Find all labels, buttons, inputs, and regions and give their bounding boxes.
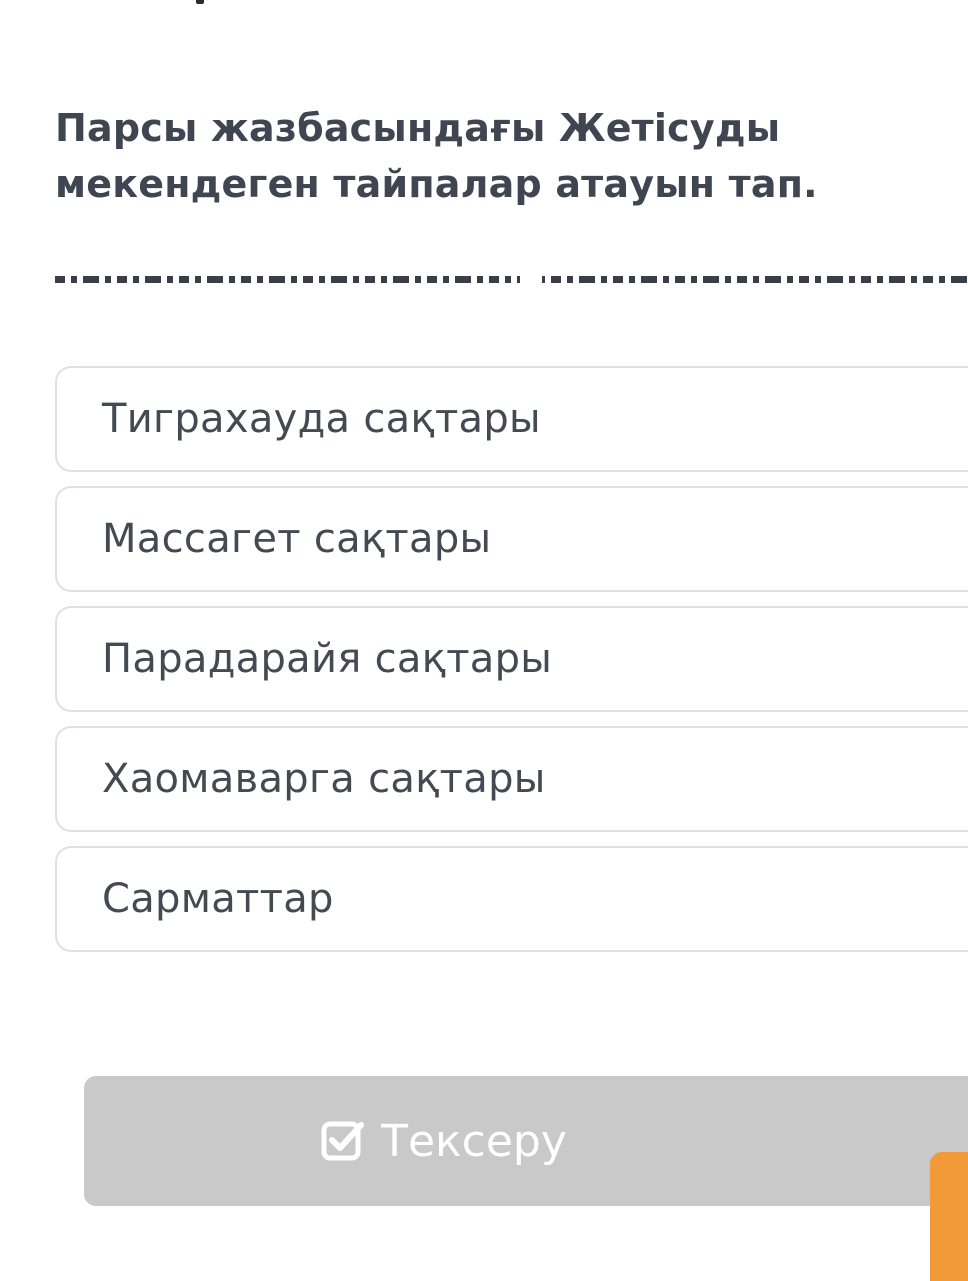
answer-option-label: Тиграхауда сақтары bbox=[102, 396, 541, 442]
question-title: Парсы жазбасындағы Жетісуды мекендеген т… bbox=[55, 100, 935, 212]
answer-option-4[interactable]: Хаомаварга сақтары bbox=[55, 726, 968, 832]
quiz-page: Парсы жазбасындағы Жетісуды мекендеген т… bbox=[0, 0, 968, 1281]
check-answer-button[interactable]: Тексеру bbox=[84, 1076, 968, 1206]
question-line-1: Парсы жазбасындағы Жетісуды bbox=[55, 106, 781, 150]
answer-option-label: Хаомаварга сақтары bbox=[102, 756, 546, 802]
next-button-edge[interactable] bbox=[930, 1152, 968, 1281]
check-button-label: Тексеру bbox=[381, 1115, 567, 1167]
answer-option-3[interactable]: Парадарайя сақтары bbox=[55, 606, 968, 712]
answer-option-label: Сарматтар bbox=[102, 876, 334, 922]
answer-option-1[interactable]: Тиграхауда сақтары bbox=[55, 366, 968, 472]
answer-option-label: Массагет сақтары bbox=[102, 516, 492, 562]
blurred-divider bbox=[55, 276, 968, 283]
answer-option-2[interactable]: Массагет сақтары bbox=[55, 486, 968, 592]
answer-options-list: Тиграхауда сақтары Массагет сақтары Пара… bbox=[55, 366, 968, 966]
answer-option-5[interactable]: Сарматтар bbox=[55, 846, 968, 952]
answer-option-label: Парадарайя сақтары bbox=[102, 636, 553, 682]
cropped-text-fragment bbox=[196, 0, 204, 4]
question-line-2: мекендеген тайпалар атауын тап. bbox=[55, 162, 818, 206]
checkbox-checked-icon bbox=[321, 1119, 365, 1163]
